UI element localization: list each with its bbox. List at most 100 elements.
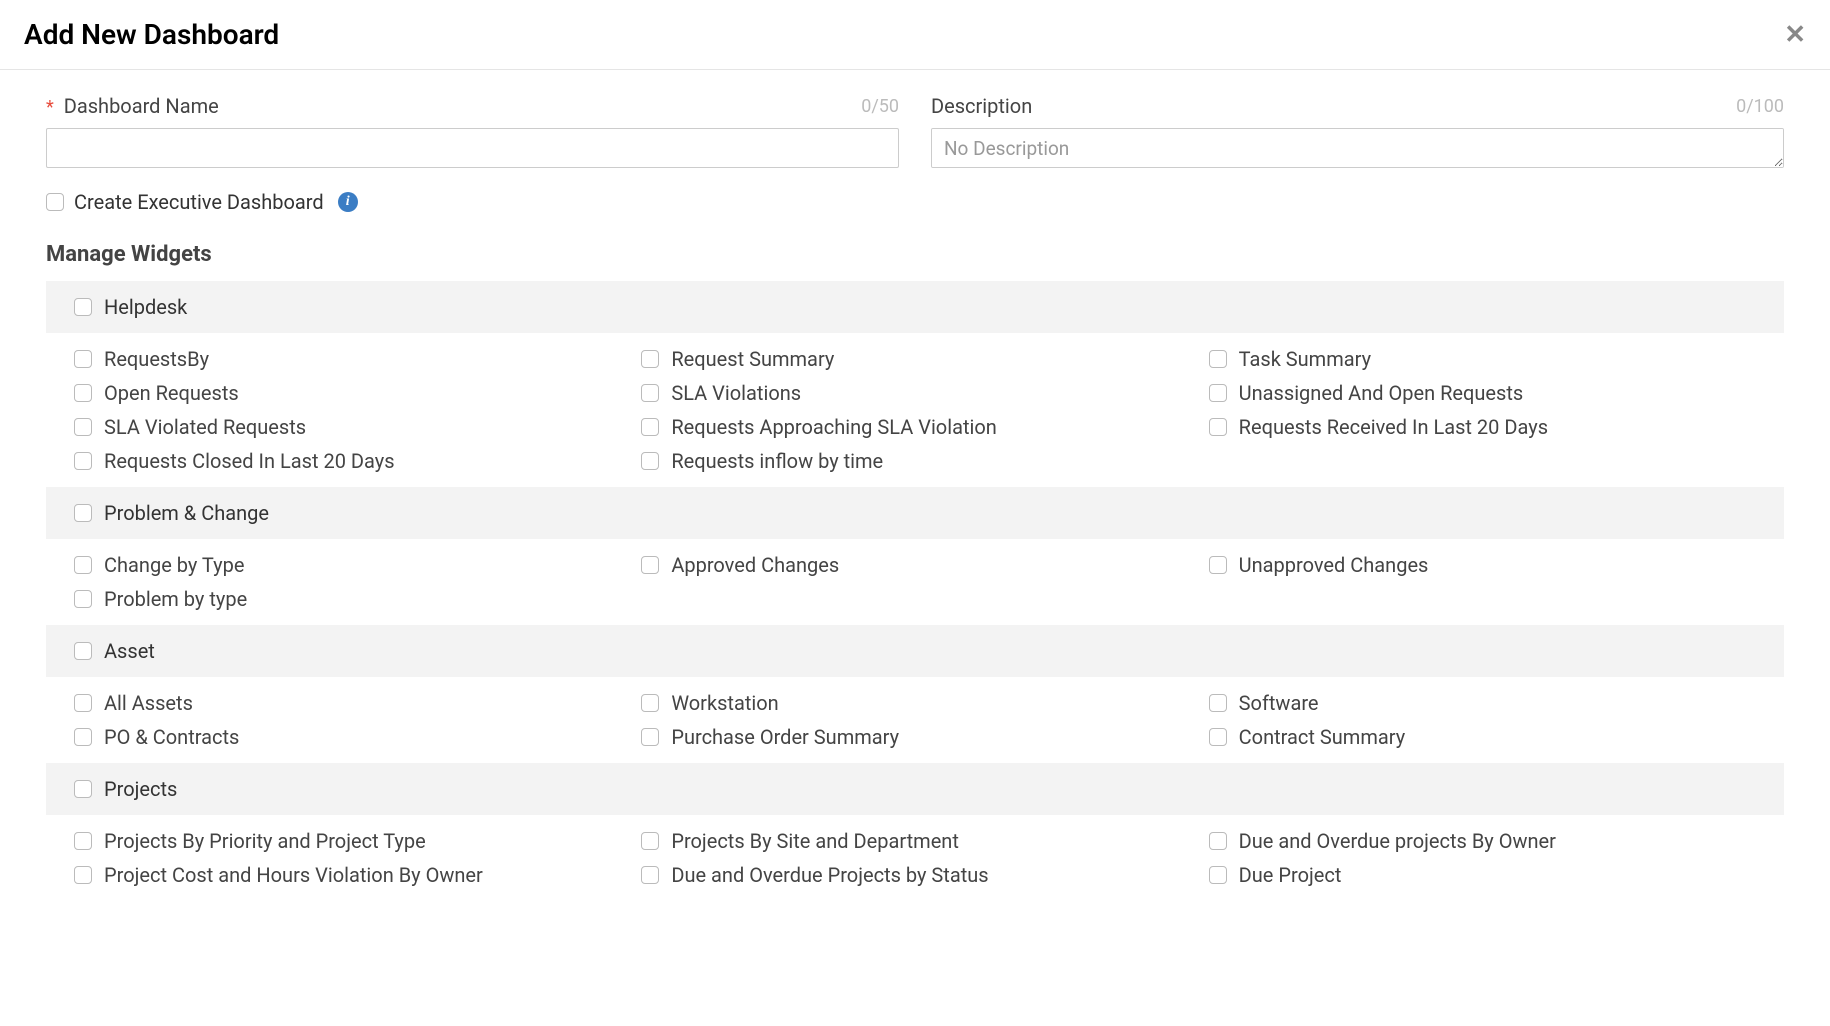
widget-checkbox[interactable] (74, 866, 92, 884)
widget-item-label: Request Summary (671, 347, 834, 371)
widget-item-label: Due and Overdue projects By Owner (1239, 829, 1556, 853)
widget-item-label: Projects By Site and Department (671, 829, 959, 853)
widget-item: Project Cost and Hours Violation By Owne… (74, 861, 621, 889)
widget-item: All Assets (74, 689, 621, 717)
dashboard-name-group: * Dashboard Name 0/50 (46, 94, 899, 172)
widget-item-label: Requests Received In Last 20 Days (1239, 415, 1548, 439)
widget-checkbox[interactable] (641, 728, 659, 746)
desc-char-counter: 0/100 (1736, 96, 1784, 117)
widget-checkbox[interactable] (1209, 832, 1227, 850)
widget-item-label: All Assets (104, 691, 193, 715)
name-char-counter: 0/50 (861, 96, 899, 117)
description-group: Description 0/100 (931, 94, 1784, 172)
widget-item: Request Summary (641, 345, 1188, 373)
widget-checkbox[interactable] (641, 866, 659, 884)
required-asterisk: * (46, 97, 54, 118)
widget-checkbox[interactable] (1209, 384, 1227, 402)
widget-item: Contract Summary (1209, 723, 1756, 751)
widget-checkbox[interactable] (74, 590, 92, 608)
name-label-row: * Dashboard Name 0/50 (46, 94, 899, 118)
close-icon[interactable]: ✕ (1784, 22, 1806, 48)
widget-item: Unapproved Changes (1209, 551, 1756, 579)
widgets-container: Helpdesk RequestsBy Request Summary Task Su… (46, 281, 1784, 901)
widget-item-label: Software (1239, 691, 1319, 715)
widget-category-header: Asset (46, 625, 1784, 677)
widget-item-label: Due and Overdue Projects by Status (671, 863, 988, 887)
widget-item-label: Requests Approaching SLA Violation (671, 415, 996, 439)
widget-item-label: Workstation (671, 691, 778, 715)
widget-item: Requests inflow by time (641, 447, 1188, 475)
widget-item-label: Project Cost and Hours Violation By Owne… (104, 863, 483, 887)
widget-item: SLA Violations (641, 379, 1188, 407)
modal-header: Add New Dashboard ✕ (0, 0, 1830, 70)
modal-title: Add New Dashboard (24, 18, 279, 51)
widget-checkbox[interactable] (1209, 728, 1227, 746)
widget-item-label: Purchase Order Summary (671, 725, 899, 749)
widget-checkbox[interactable] (74, 350, 92, 368)
widget-checkbox[interactable] (74, 694, 92, 712)
widget-item-label: Unapproved Changes (1239, 553, 1429, 577)
widget-item: RequestsBy (74, 345, 621, 373)
widget-items-grid: Change by TypeApproved ChangesUnapproved… (46, 539, 1784, 625)
widget-checkbox[interactable] (1209, 418, 1227, 436)
widget-item-label: PO & Contracts (104, 725, 239, 749)
widget-checkbox[interactable] (1209, 694, 1227, 712)
widget-checkbox[interactable] (641, 384, 659, 402)
form-row: * Dashboard Name 0/50 Description 0/100 (46, 94, 1784, 172)
widget-checkbox[interactable] (641, 418, 659, 436)
widget-checkbox[interactable] (1209, 866, 1227, 884)
widget-checkbox[interactable] (74, 832, 92, 850)
widget-item: Workstation (641, 689, 1188, 717)
widget-checkbox[interactable] (1209, 556, 1227, 574)
widget-checkbox[interactable] (641, 452, 659, 470)
widget-item: Requests Received In Last 20 Days (1209, 413, 1756, 441)
widget-item-label: Contract Summary (1239, 725, 1406, 749)
widget-item-label: RequestsBy (104, 347, 209, 371)
name-label-wrap: * Dashboard Name (46, 94, 219, 118)
widget-item-label: Problem by type (104, 587, 247, 611)
widget-item: Purchase Order Summary (641, 723, 1188, 751)
widget-item-label: Change by Type (104, 553, 244, 577)
widget-item-label: Requests Closed In Last 20 Days (104, 449, 395, 473)
widget-category-header: Problem & Change (46, 487, 1784, 539)
category-checkbox[interactable] (74, 298, 92, 316)
widget-checkbox[interactable] (74, 728, 92, 746)
widget-checkbox[interactable] (74, 384, 92, 402)
widget-checkbox[interactable] (641, 694, 659, 712)
widget-checkbox[interactable] (74, 556, 92, 574)
widget-item: Requests Closed In Last 20 Days (74, 447, 621, 475)
widget-category-header: Projects (46, 763, 1784, 815)
category-checkbox[interactable] (74, 780, 92, 798)
widget-checkbox[interactable] (641, 556, 659, 574)
widget-item-label: Task Summary (1239, 347, 1371, 371)
exec-dashboard-checkbox[interactable] (46, 193, 64, 211)
widget-item: SLA Violated Requests (74, 413, 621, 441)
widget-item-label: Requests inflow by time (671, 449, 883, 473)
widget-checkbox[interactable] (74, 418, 92, 436)
exec-dashboard-label: Create Executive Dashboard (74, 190, 324, 214)
manage-widgets-title: Manage Widgets (46, 242, 1784, 267)
widget-item-label: Due Project (1239, 863, 1342, 887)
category-label: Asset (104, 639, 155, 663)
dashboard-name-label: Dashboard Name (64, 94, 219, 118)
category-label: Problem & Change (104, 501, 269, 525)
widget-checkbox[interactable] (641, 350, 659, 368)
widget-item: Requests Approaching SLA Violation (641, 413, 1188, 441)
widget-items-grid: RequestsByRequest SummaryTask SummaryOpe… (46, 333, 1784, 487)
widget-item: Change by Type (74, 551, 621, 579)
widget-checkbox[interactable] (1209, 350, 1227, 368)
category-checkbox[interactable] (74, 642, 92, 660)
add-dashboard-modal: Add New Dashboard ✕ * Dashboard Name 0/5… (0, 0, 1830, 901)
widget-item: Projects By Priority and Project Type (74, 827, 621, 855)
dashboard-name-input[interactable] (46, 128, 899, 168)
widget-item-label: Unassigned And Open Requests (1239, 381, 1524, 405)
widget-item: Task Summary (1209, 345, 1756, 373)
category-checkbox[interactable] (74, 504, 92, 522)
description-input[interactable] (931, 128, 1784, 168)
widget-checkbox[interactable] (74, 452, 92, 470)
widget-item: Problem by type (74, 585, 621, 613)
widget-category-header: Helpdesk (46, 281, 1784, 333)
widget-checkbox[interactable] (641, 832, 659, 850)
widget-items-grid: Projects By Priority and Project Type Pro… (46, 815, 1784, 901)
info-icon[interactable]: i (338, 192, 358, 212)
